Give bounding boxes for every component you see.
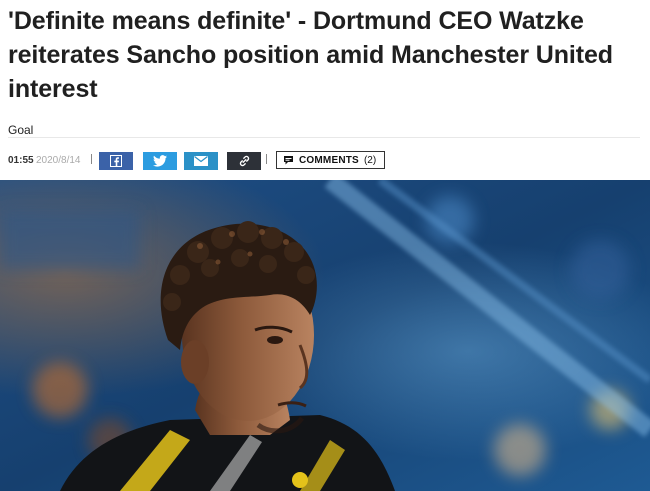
email-icon: [194, 156, 208, 166]
article-hero-image: [0, 180, 650, 491]
comments-button[interactable]: COMMENTS (2): [276, 151, 386, 169]
article-headline: 'Definite means definite' - Dortmund CEO…: [8, 7, 613, 103]
divider: [91, 154, 92, 164]
comments-label: COMMENTS: [299, 154, 359, 166]
article-source: Goal: [8, 123, 34, 137]
divider: [8, 137, 640, 138]
article-date: 2020/8/14: [36, 155, 81, 166]
article-time: 01:55: [8, 155, 34, 166]
share-facebook-button[interactable]: [99, 152, 133, 170]
player-photo: [0, 180, 650, 491]
speech-bubble-icon: [284, 156, 293, 165]
share-twitter-button[interactable]: [143, 152, 177, 170]
share-email-button[interactable]: [184, 152, 218, 170]
twitter-icon: [153, 155, 167, 167]
divider: [266, 154, 267, 164]
article-meta-row: 01:55 2020/8/14 COMMENTS (2): [8, 150, 638, 172]
comments-count: (2): [363, 154, 377, 166]
facebook-icon: [110, 155, 122, 167]
link-icon: [239, 155, 249, 167]
article: 'Definite means definite' - Dortmund CEO…: [0, 0, 650, 491]
copy-link-button[interactable]: [227, 152, 261, 170]
